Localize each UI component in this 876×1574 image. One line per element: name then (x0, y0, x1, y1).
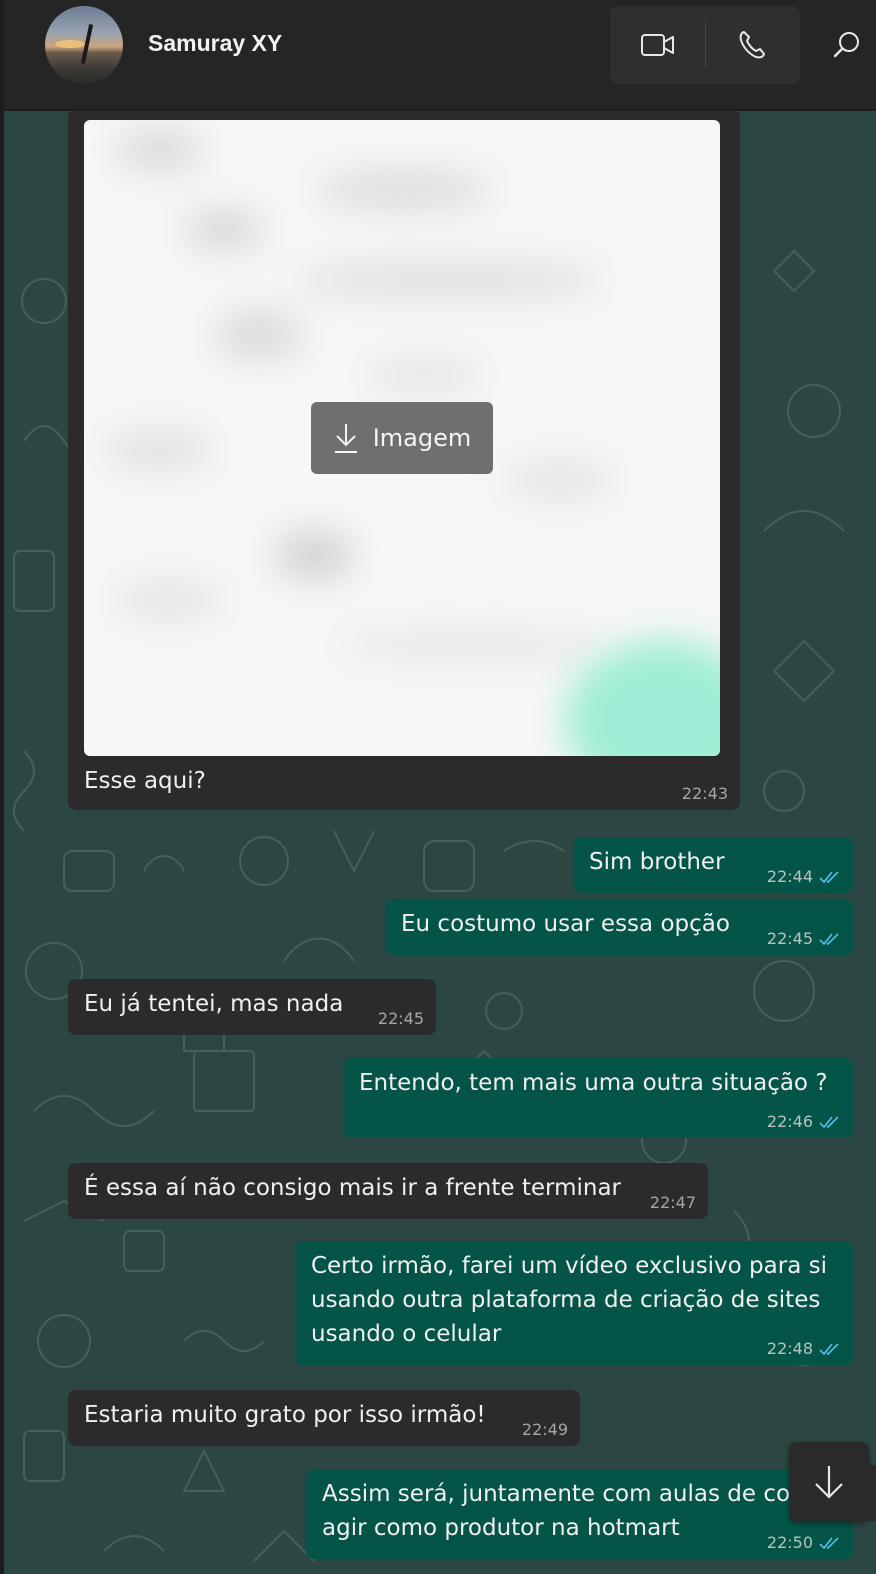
window-edge (0, 0, 4, 1574)
double-check-icon (819, 1537, 839, 1550)
message-text: Sim brother (589, 849, 725, 875)
blur-shape (504, 460, 614, 500)
message-time: 22:50 (766, 1533, 813, 1552)
message-time: 22:47 (649, 1193, 696, 1212)
download-label: Imagem (372, 424, 472, 452)
message-time: 22:49 (521, 1420, 568, 1439)
message-line: usando o celular (311, 1321, 502, 1347)
contact-avatar[interactable] (45, 6, 123, 84)
message-meta: 22:47 (650, 1193, 696, 1213)
message-time: 22:44 (766, 867, 813, 886)
message-meta: 22:49 (522, 1420, 568, 1440)
phone-icon (739, 31, 765, 59)
message-text: Eu costumo usar essa opção (401, 911, 730, 937)
message-incoming[interactable]: É essa aí não consigo mais ir a frente t… (68, 1163, 708, 1219)
message-incoming[interactable]: Estaria muito grato por isso irmão! 22:4… (68, 1390, 580, 1446)
message-time: 22:45 (377, 1009, 424, 1028)
search-button[interactable] (822, 20, 872, 70)
message-meta: 22:48 (767, 1339, 841, 1359)
message-meta: 22:44 (767, 867, 841, 887)
blur-shape (184, 210, 264, 250)
message-text: É essa aí não consigo mais ir a frente t… (84, 1175, 622, 1201)
message-outgoing[interactable]: Entendo, tem mais uma outra situação ? 2… (343, 1058, 853, 1138)
message-time: 22:45 (766, 929, 813, 948)
image-message[interactable]: Imagem Esse aqui? 22:43 (68, 111, 740, 810)
message-line: Certo irmão, farei um vídeo exclusivo pa… (311, 1253, 827, 1279)
search-icon (833, 32, 859, 58)
message-outgoing[interactable]: Eu costumo usar essa opção 22:45 (385, 899, 853, 955)
message-time: 22:43 (681, 784, 728, 803)
blur-shape (564, 640, 720, 756)
message-line: Assim será, juntamente com aulas de con (322, 1481, 805, 1507)
message-text: Certo irmão, farei um vídeo exclusivo pa… (311, 1249, 827, 1351)
call-button-group (610, 6, 800, 84)
blurred-image-preview[interactable]: Imagem (84, 120, 720, 756)
chat-header: Samuray XY (0, 0, 876, 110)
double-check-icon (819, 1343, 839, 1356)
message-text: Entendo, tem mais uma outra situação ? (359, 1070, 828, 1096)
arrow-down-icon (815, 1466, 843, 1499)
blur-shape (114, 580, 224, 620)
video-call-button[interactable] (630, 21, 686, 69)
message-meta: 22:43 (682, 784, 728, 804)
message-text: Estaria muito grato por isso irmão! (84, 1402, 486, 1428)
blur-shape (364, 360, 484, 390)
message-outgoing[interactable]: Assim será, juntamente com aulas de con … (306, 1469, 853, 1559)
download-icon (334, 424, 357, 453)
message-outgoing[interactable]: Certo irmão, farei um vídeo exclusivo pa… (295, 1241, 853, 1365)
message-text: Eu já tentei, mas nada (84, 991, 344, 1017)
blur-shape (334, 630, 604, 660)
message-incoming[interactable]: Eu já tentei, mas nada 22:45 (68, 979, 436, 1035)
video-call-icon (641, 34, 674, 56)
contact-name[interactable]: Samuray XY (148, 30, 282, 57)
blur-shape (314, 170, 494, 210)
call-divider (705, 23, 706, 67)
double-check-icon (819, 871, 839, 884)
message-meta: 22:45 (378, 1009, 424, 1029)
blur-shape (274, 530, 354, 580)
message-meta: 22:50 (767, 1533, 841, 1553)
message-meta: 22:45 (767, 929, 841, 949)
message-time: 22:46 (766, 1112, 813, 1131)
message-line: usando outra plataforma de criação de si… (311, 1287, 821, 1313)
message-line: agir como produtor na hotmart (322, 1515, 680, 1541)
double-check-icon (819, 933, 839, 946)
avatar-sun (55, 40, 85, 48)
message-outgoing[interactable]: Sim brother 22:44 (573, 837, 853, 893)
message-meta: 22:46 (767, 1112, 841, 1132)
chat-area[interactable]: Imagem Esse aqui? 22:43 Sim brother 22:4… (4, 111, 876, 1574)
blur-shape (294, 260, 604, 300)
blur-shape (114, 130, 204, 170)
message-text: Assim será, juntamente com aulas de con … (322, 1477, 805, 1545)
download-image-button[interactable]: Imagem (311, 402, 493, 474)
image-caption: Esse aqui? (84, 768, 206, 794)
voice-call-button[interactable] (724, 21, 780, 69)
blur-shape (104, 430, 214, 470)
side-panel-button[interactable] (852, 1465, 876, 1521)
double-check-icon (819, 1116, 839, 1129)
blur-shape (214, 310, 304, 360)
message-time: 22:48 (766, 1339, 813, 1358)
